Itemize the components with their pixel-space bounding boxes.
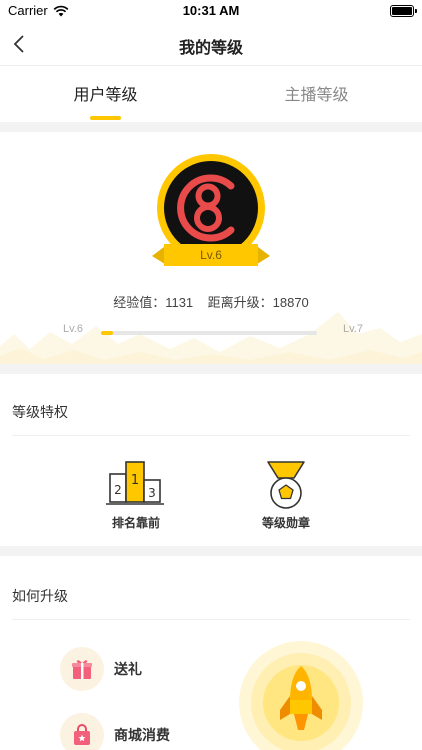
tab-host-level[interactable]: 主播等级 <box>211 81 422 105</box>
experience-label: 经验值： <box>113 295 166 310</box>
privilege-ranking[interactable]: 2 1 3 排名靠前 <box>96 460 176 530</box>
section-divider <box>0 122 422 132</box>
shopping-bag-icon <box>60 713 104 750</box>
clock: 10:31 AM <box>182 3 240 18</box>
upgrade-shop[interactable]: 商城消费 <box>60 713 170 750</box>
level-card: Lv.6 经验值：1131 距离升级：18870 Lv.6 Lv.7 <box>0 132 422 364</box>
privilege-ranking-label: 排名靠前 <box>111 516 160 530</box>
progress-track <box>101 331 317 335</box>
progress-fill <box>101 331 114 335</box>
navigation-bar: 我的等级 <box>0 22 422 66</box>
section-divider <box>0 364 422 374</box>
privilege-medal[interactable]: 等级勋章 <box>246 460 326 530</box>
privileges-title: 等级特权 <box>12 404 68 420</box>
level-progress: Lv.6 Lv.7 <box>60 323 363 339</box>
current-level-label: Lv.6 <box>63 323 83 335</box>
active-tab-indicator <box>90 116 121 120</box>
tab-bar: 用户等级 主播等级 <box>0 66 422 122</box>
experience-value: 1131 <box>165 295 194 310</box>
podium-icon: 2 1 3 <box>106 461 164 505</box>
privilege-medal-label: 等级勋章 <box>261 516 310 530</box>
privileges-divider <box>12 435 410 436</box>
experience-summary: 经验值：1131 距离升级：18870 <box>0 292 422 311</box>
to-next-level-label: 距离升级： <box>207 295 273 310</box>
upgrade-title: 如何升级 <box>12 588 68 604</box>
status-bar: Carrier 10:31 AM <box>0 0 422 22</box>
rocket-illustration <box>238 640 364 750</box>
tab-user-level[interactable]: 用户等级 <box>0 81 211 105</box>
upgrade-divider <box>12 619 410 620</box>
gift-icon <box>60 647 104 691</box>
rocket-icon <box>239 641 363 750</box>
svg-text:3: 3 <box>148 486 156 500</box>
to-next-level-value: 18870 <box>272 295 309 310</box>
privileges-section: 等级特权 2 1 3 排名靠前 等级勋章 <box>0 374 422 546</box>
battery-icon <box>390 5 417 17</box>
next-level-label: Lv.7 <box>343 323 363 335</box>
level-badge-label: Lv.6 <box>200 248 222 262</box>
upgrade-gift[interactable]: 送礼 <box>60 647 142 691</box>
upgrade-shop-label: 商城消费 <box>114 727 170 743</box>
medal-icon <box>267 461 305 509</box>
svg-text:1: 1 <box>131 473 139 488</box>
upgrade-gift-label: 送礼 <box>114 661 142 677</box>
level-badge: Lv.6 <box>150 152 272 277</box>
page-title: 我的等级 <box>178 40 243 57</box>
svg-text:2: 2 <box>114 483 122 497</box>
section-divider <box>0 546 422 556</box>
